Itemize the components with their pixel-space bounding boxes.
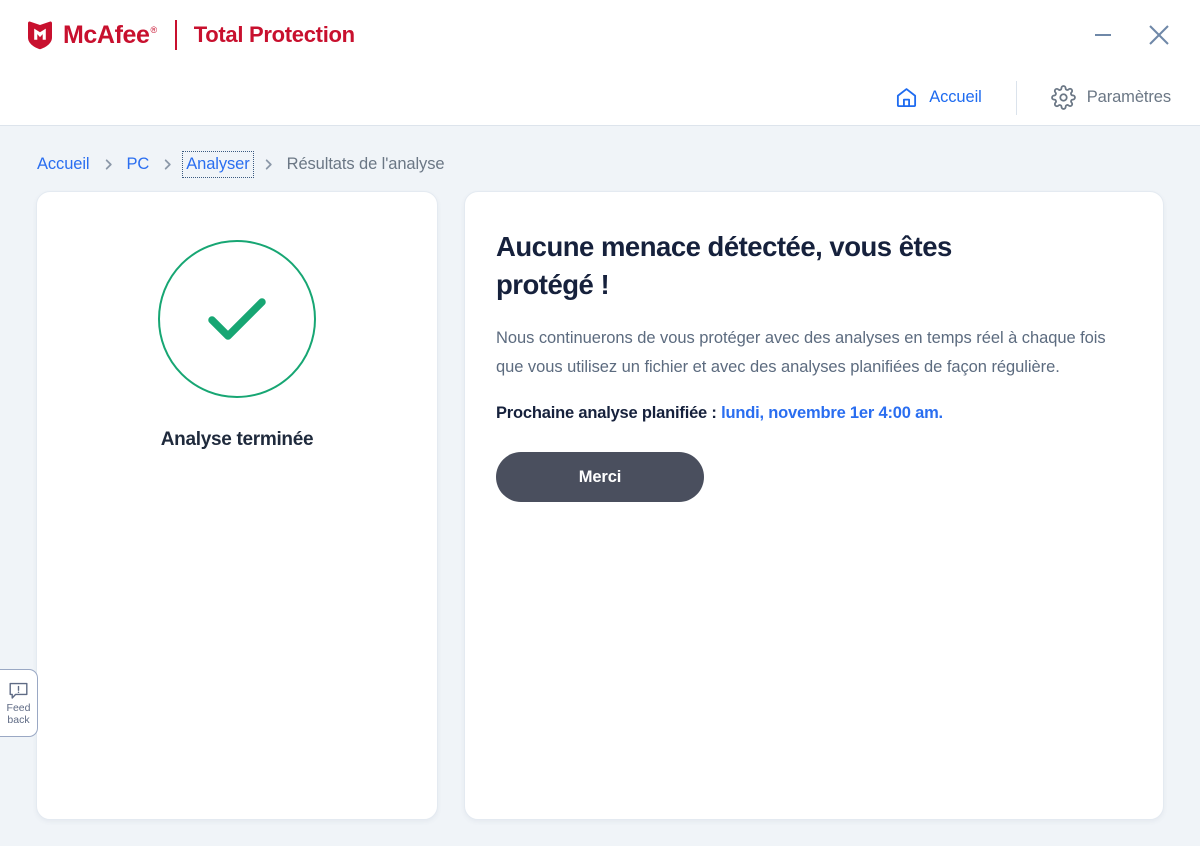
main-content: Analyse terminée Aucune menace détectée,… (0, 180, 1200, 820)
result-description: Nous continuerons de vous protéger avec … (496, 328, 1106, 376)
nav-separator (1015, 80, 1017, 115)
nav-item-home[interactable]: Accueil (893, 80, 984, 115)
nav-label-settings: Paramètres (1086, 88, 1171, 106)
next-scan-value: lundi, novembre 1er 4:00 am. (721, 404, 943, 423)
breadcrumb-item-resultats: Résultats de l'analyse (286, 154, 445, 173)
scan-status-card: Analyse terminée (36, 191, 438, 820)
chevron-right-icon (161, 158, 174, 171)
home-icon (895, 86, 918, 109)
check-circle-icon (158, 240, 316, 398)
breadcrumb-item-accueil[interactable]: Accueil (36, 154, 91, 175)
product-name: Total Protection (193, 22, 355, 47)
next-scan-schedule: Prochaine analyse planifiée : lundi, nov… (496, 404, 1123, 423)
breadcrumb: Accueil PC Analyser Résultats de l'analy… (0, 126, 1200, 180)
scan-result-card: Aucune menace détectée, vous êtes protég… (464, 191, 1164, 820)
minimize-icon (1095, 34, 1111, 36)
feedback-tab[interactable]: Feed back (0, 669, 38, 737)
brand-name: McAfee® (63, 20, 158, 49)
brand-trademark: ® (150, 25, 158, 36)
brand-divider (174, 20, 177, 50)
scan-status-label: Analyse terminée (160, 429, 314, 450)
brand-lockup: McAfee® Total Protection (26, 20, 355, 50)
breadcrumb-item-analyser[interactable]: Analyser (182, 150, 254, 178)
breadcrumb-item-pc[interactable]: PC (126, 154, 151, 175)
next-scan-label: Prochaine analyse planifiée : (496, 404, 717, 423)
feedback-bubble-icon (9, 682, 28, 699)
thanks-button[interactable]: Merci (496, 452, 704, 503)
minimize-button[interactable] (1088, 20, 1118, 50)
result-title: Aucune menace détectée, vous êtes protég… (496, 231, 952, 300)
gear-icon (1050, 85, 1076, 110)
chevron-right-icon (262, 158, 275, 171)
feedback-label: Feed back (6, 701, 31, 726)
top-navigation-bar: Accueil Paramètres (0, 70, 1200, 126)
mcafee-shield-icon (28, 21, 52, 50)
close-button[interactable] (1144, 20, 1174, 50)
nav-item-settings[interactable]: Paramètres (1049, 79, 1173, 116)
close-icon (1149, 25, 1169, 45)
nav-label-home: Accueil (929, 88, 982, 106)
chevron-right-icon (102, 158, 115, 171)
title-bar: McAfee® Total Protection (0, 0, 1200, 70)
window-controls (1088, 20, 1178, 50)
